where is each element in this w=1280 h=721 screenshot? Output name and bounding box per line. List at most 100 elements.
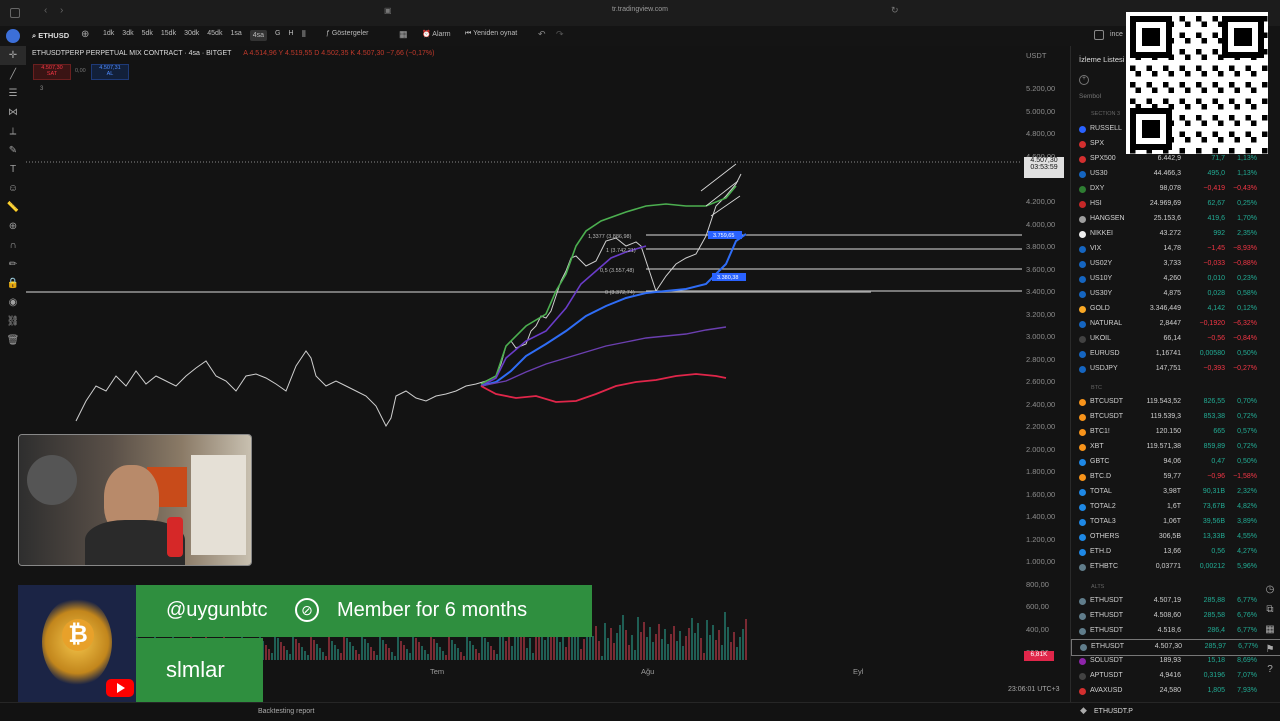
section-header[interactable]: SECTION 3 xyxy=(1091,111,1120,117)
interval-30dk[interactable]: 30dk xyxy=(184,30,199,41)
watchlist-title[interactable]: İzleme Listesi xyxy=(1079,55,1124,64)
watchlist-row[interactable]: AVAXUSD 24,580 1,805 7,93% xyxy=(1071,684,1280,699)
price-tick: 1.400,00 xyxy=(1026,512,1056,521)
footer-symbol[interactable]: ETHUSDT.P xyxy=(1094,708,1133,715)
watchlist-row[interactable]: BTC1! 120.150 665 0,57% xyxy=(1071,425,1280,440)
indicators-button[interactable]: ƒ Göstergeler xyxy=(326,30,368,37)
watchlist-row[interactable]: SOLUSDT 189,93 15,18 8,69% xyxy=(1071,654,1280,669)
watchlist-row[interactable]: APTUSDT 4,9416 0,3196 7,07% xyxy=(1071,669,1280,684)
sidebar-panel-icon[interactable] xyxy=(1094,30,1104,40)
watchlist-row[interactable]: TOTAL2 1,6T 73,67B 4,82% xyxy=(1071,500,1280,515)
watchlist-row[interactable]: US30Y 4,875 0,028 0,58% xyxy=(1071,287,1280,302)
emoji-icon[interactable]: ☺ xyxy=(0,179,26,198)
interval-5dk[interactable]: 5dk xyxy=(142,30,153,41)
ruler-icon[interactable]: 📏 xyxy=(0,198,26,217)
watchlist-row[interactable]: OTHERS 306,5B 13,33B 4,55% xyxy=(1071,530,1280,545)
backtest-tab[interactable]: Backtesting report xyxy=(258,708,314,715)
replay-button[interactable]: ⏮ Yeniden oynat xyxy=(465,30,517,38)
watchlist-row[interactable]: NIKKEI 43.272 992 2,35% xyxy=(1071,227,1280,242)
watchlist-row[interactable]: ETHUSDT 4.507,19 285,88 6,77% xyxy=(1071,594,1280,609)
interval-G[interactable]: G xyxy=(275,30,280,41)
trendline-icon[interactable]: ╱ xyxy=(0,65,26,84)
price-axis[interactable]: USDT 5.200,005.000,004.800,004.600,004.2… xyxy=(1022,46,1068,666)
interval-4sa[interactable]: 4sa xyxy=(249,30,268,41)
row-change: 0,00580 xyxy=(1199,350,1225,357)
grid-icon[interactable]: ▦ xyxy=(1262,620,1278,640)
watchlist-row[interactable]: ETH.D 13,66 0,56 4,27% xyxy=(1071,545,1280,560)
redo-icon[interactable]: ↷ xyxy=(556,29,564,40)
watchlist-row[interactable]: HSI 24.969,69 62,67 0,25% xyxy=(1071,197,1280,212)
pattern-icon[interactable]: ⋈ xyxy=(0,103,26,122)
chart-type-icon[interactable]: ⫴ xyxy=(302,29,306,40)
watchlist-row[interactable]: XBT 119.571,38 859,89 0,72% xyxy=(1071,440,1280,455)
symbol-search[interactable]: ⌕ ETHUSD xyxy=(32,31,69,41)
section-header[interactable]: ALTS xyxy=(1091,584,1104,590)
crosshair-icon[interactable]: ✛ xyxy=(0,46,26,65)
watchlist-row[interactable]: GOLD 3.346,449 4,142 0,12% xyxy=(1071,302,1280,317)
interval-1sa[interactable]: 1sa xyxy=(230,30,241,41)
watchlist-row[interactable]: USDJPY 147,751 −0,393 −0,27% xyxy=(1071,362,1280,377)
lock-icon[interactable]: 🔒 xyxy=(0,274,26,293)
section-header[interactable]: BTC xyxy=(1091,385,1102,391)
layers-icon[interactable]: ⧉ xyxy=(1262,600,1278,620)
watchlist-row[interactable]: UKOIL 66,14 −0,56 −0,84% xyxy=(1071,332,1280,347)
watchlist-row[interactable]: SPX500 6.442,9 71,7 1,13% xyxy=(1071,152,1280,167)
watchlist-row[interactable]: EURUSD 1,16741 0,00580 0,50% xyxy=(1071,347,1280,362)
projection-icon[interactable]: ⟂ xyxy=(0,122,26,141)
watchlist-row[interactable]: TOTAL3 1,06T 39,56B 3,89% xyxy=(1071,515,1280,530)
buy-button[interactable]: 4.507,31 AL xyxy=(91,64,129,80)
symbol-logo-icon xyxy=(1079,351,1086,358)
alarm-button[interactable]: ⏰ Alarm xyxy=(422,30,451,38)
watchlist-row[interactable]: DXY 98,078 −0,419 −0,43% xyxy=(1071,182,1280,197)
flag-icon[interactable]: ⚑ xyxy=(1262,640,1278,660)
lock-drawings-icon[interactable]: ✏ xyxy=(0,255,26,274)
back-icon[interactable]: ‹ xyxy=(44,5,47,16)
watchlist-row[interactable]: US02Y 3,733 −0,033 −0,88% xyxy=(1071,257,1280,272)
interval-45dk[interactable]: 45dk xyxy=(207,30,222,41)
link-icon[interactable]: ⛓ xyxy=(0,312,26,331)
help-icon[interactable]: ? xyxy=(1262,660,1278,680)
interval-15dk[interactable]: 15dk xyxy=(161,30,176,41)
watchlist-row[interactable]: TOTAL 3,98T 90,31B 2,32% xyxy=(1071,485,1280,500)
brush-icon[interactable]: ✎ xyxy=(0,141,26,160)
column-header[interactable]: Sembol xyxy=(1079,93,1101,100)
watchlist-row[interactable]: BTC.D 59,77 −0,96 −1,58% xyxy=(1071,470,1280,485)
qr-module xyxy=(1196,98,1202,104)
row-symbol: DXY xyxy=(1090,185,1105,192)
fib-icon[interactable]: ☰ xyxy=(0,84,26,103)
row-symbol: XBT xyxy=(1090,443,1104,450)
address-bar[interactable]: tr.tradingview.com xyxy=(560,6,720,13)
interval-3dk[interactable]: 3dk xyxy=(122,30,133,41)
sell-button[interactable]: 4.507,30 SAT xyxy=(33,64,71,80)
watchlist-row[interactable]: US30 44.466,3 495,0 1,13% xyxy=(1071,167,1280,182)
watchlist-row[interactable]: GBTC 94,06 0,47 0,50% xyxy=(1071,455,1280,470)
price-chart[interactable]: 1,3377 (3.886,98) 1 (3.742,21) 0,5 (3.55… xyxy=(26,46,1022,666)
eye-icon[interactable]: ◉ xyxy=(0,293,26,312)
undo-icon[interactable]: ↶ xyxy=(538,29,546,40)
magnet-icon[interactable]: ∩ xyxy=(0,236,26,255)
watchlist-row[interactable]: ETHUSDT 4.508,60 285,58 6,76% xyxy=(1071,609,1280,624)
text-icon[interactable]: T xyxy=(0,160,26,179)
avatar[interactable] xyxy=(6,29,20,43)
interval-H[interactable]: H xyxy=(289,30,294,41)
watchlist-row[interactable]: BTCUSDT 119.543,52 826,55 0,70% xyxy=(1071,395,1280,410)
watchlist-row[interactable]: ETHBTC 0,03771 0,00212 5,96% xyxy=(1071,560,1280,575)
forward-icon[interactable]: › xyxy=(60,5,63,16)
trash-icon[interactable]: 🗑 xyxy=(0,331,26,350)
watchlist-row[interactable]: US10Y 4,260 0,010 0,23% xyxy=(1071,272,1280,287)
watchlist-row[interactable]: BTCUSDT 119.539,3 853,38 0,72% xyxy=(1071,410,1280,425)
watchlist-row[interactable]: VIX 14,78 −1,45 −8,93% xyxy=(1071,242,1280,257)
legend-title[interactable]: ETHUSDTPERP PERPETUAL MIX CONTRACT · 4sa… xyxy=(32,50,231,57)
layouts-icon[interactable]: ▦ xyxy=(399,29,408,40)
zoom-icon[interactable]: ⊕ xyxy=(0,217,26,236)
reload-icon[interactable]: ↻ xyxy=(891,5,899,16)
watchlist-row[interactable]: ETHUSDT 4.518,6 286,4 6,77% xyxy=(1071,624,1280,639)
sidebar-toggle-icon[interactable] xyxy=(10,8,20,18)
add-symbol-icon[interactable]: ⊕ xyxy=(81,29,89,40)
watchlist-row[interactable]: HANGSEN 25.153,6 419,6 1,70% xyxy=(1071,212,1280,227)
add-symbol-icon[interactable]: + xyxy=(1079,75,1089,85)
watchlist-row[interactable]: NATURAL 2,8447 −0,1920 −6,32% xyxy=(1071,317,1280,332)
clock-icon[interactable]: ◷ xyxy=(1262,580,1278,600)
interval-1dk[interactable]: 1dk xyxy=(103,30,114,41)
currency-label[interactable]: USDT xyxy=(1026,51,1046,60)
